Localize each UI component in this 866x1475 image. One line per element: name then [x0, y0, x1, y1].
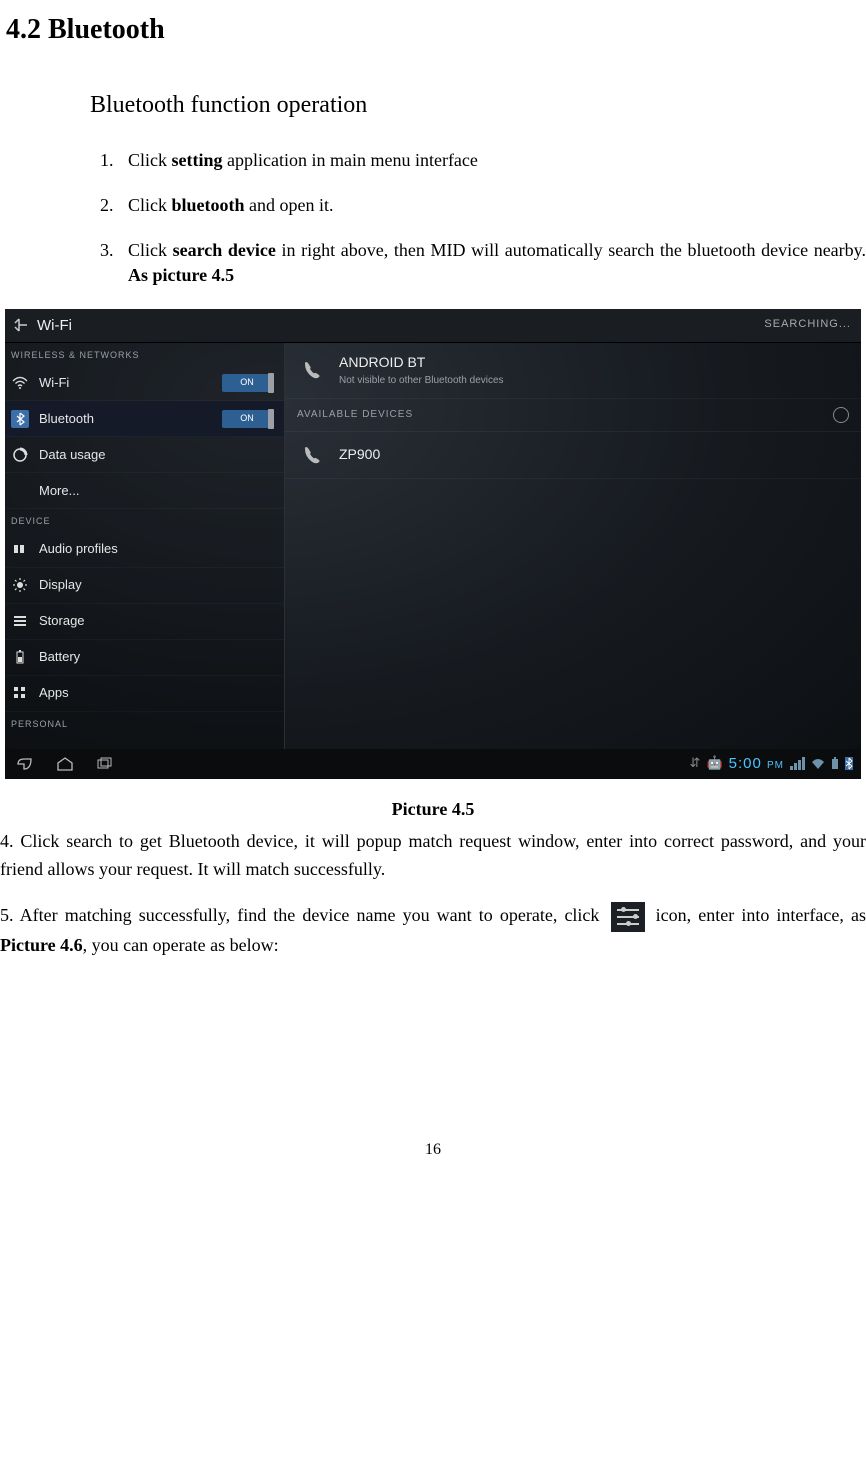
bluetooth-status-icon	[845, 757, 853, 770]
available-devices-label: AVAILABLE DEVICES	[297, 408, 413, 422]
step-1-post: application in main menu interface	[223, 150, 478, 170]
step-3: Click search device in right above, then…	[118, 238, 866, 288]
sidebar-storage-label: Storage	[39, 612, 278, 630]
step-3-post: in right above, then MID will automatica…	[276, 240, 866, 260]
sidebar-item-storage[interactable]: Storage	[5, 604, 284, 640]
bt-device-subtitle: Not visible to other Bluetooth devices	[339, 374, 504, 388]
battery-status-icon	[831, 757, 839, 770]
bluetooth-toggle[interactable]: ON	[222, 410, 272, 428]
section-subheading: Bluetooth function operation	[90, 89, 866, 123]
step-3-bold: search device	[173, 240, 276, 260]
header-title: Wi-Fi	[37, 315, 72, 336]
sidebar-item-audio[interactable]: Audio profiles	[5, 532, 284, 568]
step-1-pre: Click	[128, 150, 172, 170]
para5-pre: 5. After matching successfully, find the…	[0, 905, 607, 925]
sidebar-item-bluetooth[interactable]: Bluetooth ON	[5, 401, 284, 437]
bt-device-name: ANDROID BT	[339, 353, 504, 373]
step-2-pre: Click	[128, 195, 172, 215]
data-usage-icon	[11, 446, 29, 464]
sidebar-bluetooth-label: Bluetooth	[39, 410, 222, 428]
settings-sidebar: WIRELESS & NETWORKS Wi-Fi ON Bluetooth O…	[5, 343, 285, 749]
step-1: Click setting application in main menu i…	[118, 148, 866, 173]
screenshot-header: Wi-Fi SEARCHING...	[5, 309, 861, 343]
nav-recent-button[interactable]	[91, 754, 119, 774]
audio-icon	[11, 540, 29, 558]
wifi-toggle[interactable]: ON	[222, 374, 272, 392]
available-devices-header: AVAILABLE DEVICES	[285, 399, 861, 432]
phone-icon	[299, 442, 325, 468]
android-icon: 🤖	[706, 754, 722, 772]
step-3-bold2: As picture 4.5	[128, 265, 234, 285]
header-status-searching: SEARCHING...	[764, 317, 861, 332]
wifi-icon	[11, 374, 29, 392]
sidebar-item-wifi[interactable]: Wi-Fi ON	[5, 365, 284, 401]
nav-home-button[interactable]	[51, 754, 79, 774]
sidebar-item-more[interactable]: More...	[5, 473, 284, 509]
paragraph-5: 5. After matching successfully, find the…	[0, 902, 866, 960]
storage-icon	[11, 612, 29, 630]
figure-caption: Picture 4.5	[0, 797, 866, 822]
sidebar-section-personal: PERSONAL	[5, 712, 284, 735]
sidebar-section-networks: WIRELESS & NETWORKS	[5, 343, 284, 366]
sidebar-section-device: DEVICE	[5, 509, 284, 532]
available-device-name: ZP900	[339, 445, 380, 465]
step-1-bold: setting	[172, 150, 223, 170]
status-icon: ⇵	[690, 754, 701, 772]
sidebar-display-label: Display	[39, 576, 278, 594]
screenshot-main: ANDROID BT Not visible to other Bluetoot…	[285, 343, 861, 749]
sidebar-audio-label: Audio profiles	[39, 540, 278, 558]
sidebar-more-label: More...	[39, 482, 278, 500]
screenshot-figure: Wi-Fi SEARCHING... WIRELESS & NETWORKS W…	[5, 309, 861, 779]
battery-icon	[11, 648, 29, 666]
step-2-bold: bluetooth	[172, 195, 245, 215]
spinner-icon	[833, 407, 849, 423]
sliders-icon	[611, 902, 645, 932]
phone-icon	[299, 357, 325, 383]
nav-back-button[interactable]	[11, 754, 39, 774]
sidebar-wifi-label: Wi-Fi	[39, 374, 222, 392]
step-3-pre: Click	[128, 240, 173, 260]
section-heading: 4.2 Bluetooth	[6, 10, 866, 49]
page-number: 16	[0, 1139, 866, 1161]
step-2: Click bluetooth and open it.	[118, 193, 866, 218]
sidebar-apps-label: Apps	[39, 684, 278, 702]
sidebar-data-label: Data usage	[39, 446, 278, 464]
system-navbar: ⇵ 🤖 5:00 PM	[5, 749, 861, 779]
para5-tail: , you can operate as below:	[83, 935, 279, 955]
para5-post: icon, enter into interface, as	[656, 905, 866, 925]
sidebar-item-data-usage[interactable]: Data usage	[5, 437, 284, 473]
display-icon	[11, 576, 29, 594]
sidebar-item-apps[interactable]: Apps	[5, 676, 284, 712]
step-2-post: and open it.	[245, 195, 334, 215]
bluetooth-icon	[11, 410, 29, 428]
status-bar: ⇵ 🤖 5:00 PM	[690, 753, 861, 774]
steps-list: Click setting application in main menu i…	[118, 148, 866, 289]
back-icon[interactable]	[13, 317, 29, 333]
apps-icon	[11, 684, 29, 702]
available-device-row[interactable]: ZP900	[285, 432, 861, 479]
sidebar-battery-label: Battery	[39, 648, 278, 666]
wifi-status-icon	[811, 758, 825, 770]
bt-local-device-row[interactable]: ANDROID BT Not visible to other Bluetoot…	[285, 343, 861, 400]
signal-icon	[790, 757, 805, 770]
sidebar-item-display[interactable]: Display	[5, 568, 284, 604]
paragraph-4: 4. Click search to get Bluetooth device,…	[0, 828, 866, 884]
status-time: 5:00 PM	[729, 753, 784, 774]
para5-bold: Picture 4.6	[0, 935, 83, 955]
sidebar-item-battery[interactable]: Battery	[5, 640, 284, 676]
